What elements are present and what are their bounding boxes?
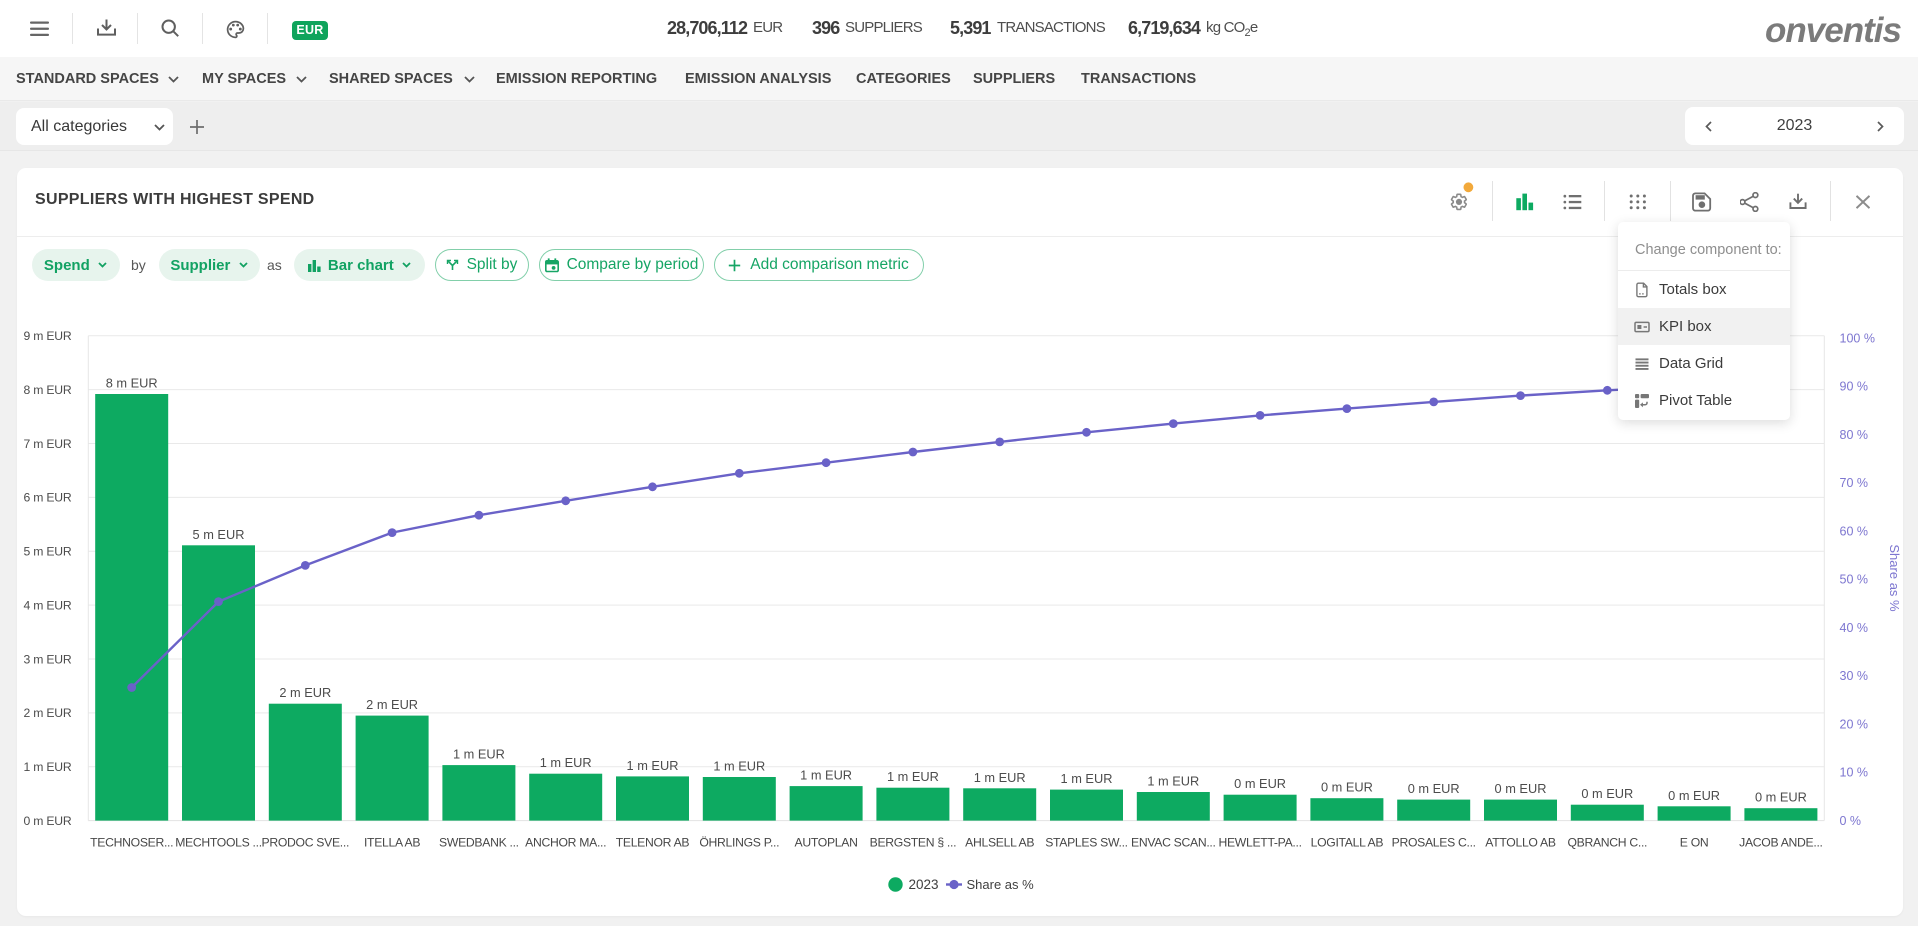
svg-text:8 m EUR: 8 m EUR (23, 383, 71, 397)
svg-text:LOGITALL AB: LOGITALL AB (1311, 836, 1384, 850)
svg-text:0 m EUR: 0 m EUR (1581, 786, 1633, 801)
svg-text:ANCHOR MA...: ANCHOR MA... (525, 836, 606, 850)
svg-text:ATTOLLO AB: ATTOLLO AB (1485, 836, 1556, 850)
svg-text:1 m EUR: 1 m EUR (974, 770, 1026, 785)
svg-text:7 m EUR: 7 m EUR (23, 437, 71, 451)
svg-text:0 m EUR: 0 m EUR (1495, 781, 1547, 796)
svg-text:MECHTOOLS ...: MECHTOOLS ... (175, 836, 262, 850)
svg-text:10 %: 10 % (1840, 766, 1869, 780)
svg-text:8 m EUR: 8 m EUR (106, 376, 158, 391)
svg-text:4 m EUR: 4 m EUR (23, 598, 71, 612)
svg-text:2 m EUR: 2 m EUR (279, 685, 331, 700)
svg-text:JACOB ANDE...: JACOB ANDE... (1739, 836, 1822, 850)
svg-text:TELENOR AB: TELENOR AB (616, 836, 690, 850)
svg-text:1 m EUR: 1 m EUR (453, 747, 505, 762)
svg-text:Share as %: Share as % (967, 877, 1035, 892)
svg-text:AHLSELL AB: AHLSELL AB (965, 836, 1034, 850)
svg-text:PROSALES C...: PROSALES C... (1392, 836, 1476, 850)
svg-text:9 m EUR: 9 m EUR (23, 329, 71, 343)
svg-text:6 m EUR: 6 m EUR (23, 491, 71, 505)
svg-text:1 m EUR: 1 m EUR (23, 760, 71, 774)
svg-text:PRODOC SVE...: PRODOC SVE... (262, 836, 350, 850)
svg-text:2 m EUR: 2 m EUR (366, 697, 418, 712)
svg-text:80 %: 80 % (1840, 428, 1869, 442)
svg-text:0 %: 0 % (1840, 814, 1862, 828)
svg-text:70 %: 70 % (1840, 476, 1869, 490)
svg-text:ÖHRLINGS P...: ÖHRLINGS P... (699, 836, 779, 850)
svg-text:1 m EUR: 1 m EUR (540, 755, 592, 770)
svg-text:0 m EUR: 0 m EUR (23, 814, 71, 828)
svg-text:E ON: E ON (1680, 836, 1709, 850)
svg-text:2023: 2023 (909, 877, 939, 892)
svg-text:QBRANCH C...: QBRANCH C... (1567, 836, 1647, 850)
svg-text:0 m EUR: 0 m EUR (1234, 776, 1286, 791)
svg-text:0 m EUR: 0 m EUR (1755, 790, 1807, 805)
svg-text:STAPLES SW...: STAPLES SW... (1045, 836, 1128, 850)
svg-text:1 m EUR: 1 m EUR (1147, 774, 1199, 789)
svg-text:5 m EUR: 5 m EUR (23, 545, 71, 559)
svg-text:30 %: 30 % (1840, 669, 1869, 683)
svg-text:20 %: 20 % (1840, 717, 1869, 731)
svg-text:1 m EUR: 1 m EUR (627, 758, 679, 773)
svg-text:100 %: 100 % (1840, 332, 1875, 346)
svg-text:40 %: 40 % (1840, 621, 1869, 635)
svg-text:SWEDBANK ...: SWEDBANK ... (439, 836, 519, 850)
svg-text:1 m EUR: 1 m EUR (713, 759, 765, 774)
svg-text:BERGSTEN § ...: BERGSTEN § ... (870, 836, 957, 850)
svg-text:Share as %: Share as % (1887, 544, 1902, 612)
svg-text:0 m EUR: 0 m EUR (1408, 781, 1460, 796)
svg-text:5 m EUR: 5 m EUR (193, 527, 245, 542)
svg-text:1 m EUR: 1 m EUR (800, 768, 852, 783)
svg-text:2 m EUR: 2 m EUR (23, 706, 71, 720)
svg-text:ENVAC SCAN...: ENVAC SCAN... (1131, 836, 1216, 850)
svg-text:AUTOPLAN: AUTOPLAN (795, 836, 858, 850)
svg-text:3 m EUR: 3 m EUR (23, 652, 71, 666)
svg-text:1 m EUR: 1 m EUR (887, 769, 939, 784)
svg-text:0 m EUR: 0 m EUR (1668, 788, 1720, 803)
svg-text:TECHNOSER...: TECHNOSER... (90, 836, 173, 850)
svg-text:1 m EUR: 1 m EUR (1061, 771, 1113, 786)
svg-text:ITELLA AB: ITELLA AB (364, 836, 420, 850)
svg-text:90 %: 90 % (1840, 380, 1869, 394)
svg-text:60 %: 60 % (1840, 525, 1869, 539)
svg-text:0 m EUR: 0 m EUR (1321, 780, 1373, 795)
svg-text:50 %: 50 % (1840, 573, 1869, 587)
svg-text:HEWLETT-PA...: HEWLETT-PA... (1218, 836, 1301, 850)
